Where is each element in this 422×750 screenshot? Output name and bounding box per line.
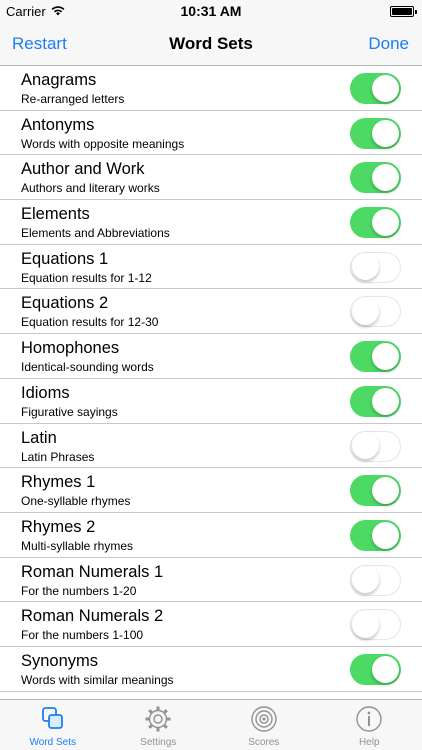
target-icon bbox=[251, 706, 277, 732]
list-item-subtitle: For the numbers 1-100 bbox=[21, 628, 144, 643]
list-item-roman-numerals-1: Roman Numerals 1 For the numbers 1-20 bbox=[0, 558, 422, 603]
list-item-title: Rhymes 2 bbox=[21, 517, 96, 536]
word-sets-icon bbox=[41, 707, 63, 729]
roman-numerals-1-toggle[interactable] bbox=[350, 564, 401, 596]
author-and-work-toggle[interactable] bbox=[350, 162, 401, 194]
latin-toggle[interactable] bbox=[350, 430, 401, 462]
list-item-latin: Latin Latin Phrases bbox=[0, 424, 422, 469]
list-item-subtitle: Authors and literary works bbox=[21, 181, 160, 196]
list-item-subtitle: Words with similar meanings bbox=[21, 672, 174, 687]
list-item-subtitle: Equation results for 1-12 bbox=[21, 270, 152, 285]
list-item-subtitle: Multi-syllable rhymes bbox=[21, 538, 134, 553]
list-item-subtitle: Re-arranged letters bbox=[21, 92, 125, 106]
equations-1-toggle[interactable] bbox=[350, 251, 401, 283]
list-item-subtitle: Identical-sounding words bbox=[21, 360, 154, 375]
info-icon bbox=[356, 706, 382, 732]
antonyms-toggle[interactable] bbox=[350, 117, 401, 149]
list-item-subtitle: Latin Phrases bbox=[21, 449, 95, 464]
elements-toggle[interactable] bbox=[350, 207, 401, 239]
tab-bar: Word Sets Settings Scores Help bbox=[0, 699, 422, 750]
list-item-synonyms: Synonyms Words with similar meanings bbox=[0, 647, 422, 692]
tab-label: Scores bbox=[248, 737, 280, 748]
tab-scores[interactable]: Scores bbox=[211, 700, 317, 750]
list-item-title: Equations 1 bbox=[21, 249, 109, 268]
list-item-title: Rhymes 1 bbox=[21, 473, 96, 492]
tab-label: Settings bbox=[140, 737, 177, 748]
list-item-title: Roman Numerals 2 bbox=[21, 607, 164, 626]
list-item-subtitle: For the numbers 1-20 bbox=[21, 583, 137, 598]
list-item-title: Anagrams bbox=[21, 71, 97, 89]
navigation-bar: Restart Word Sets Done bbox=[0, 22, 422, 66]
idioms-toggle[interactable] bbox=[350, 385, 401, 417]
tab-word-sets[interactable]: Word Sets bbox=[0, 700, 106, 750]
word-sets-list[interactable]: Anagrams Re-arranged letters Antonyms Wo… bbox=[0, 66, 422, 699]
list-item-title: Antonyms bbox=[21, 115, 95, 134]
battery-icon bbox=[390, 6, 417, 17]
list-item-elements: Elements Elements and Abbreviations bbox=[0, 200, 422, 245]
list-item-title: Synonyms bbox=[21, 651, 99, 670]
tab-help[interactable]: Help bbox=[317, 700, 422, 750]
tab-label: Help bbox=[358, 737, 380, 748]
gear-icon bbox=[145, 706, 171, 732]
tab-label: Word Sets bbox=[29, 737, 77, 748]
list-item-subtitle: Equation results for 12-30 bbox=[21, 315, 159, 330]
list-item-rhymes-2: Rhymes 2 Multi-syllable rhymes bbox=[0, 513, 422, 558]
list-item-title: Latin bbox=[21, 428, 57, 447]
homophones-toggle[interactable] bbox=[350, 341, 401, 373]
list-item-equations-2: Equations 2 Equation results for 12-30 bbox=[0, 289, 422, 335]
list-item-subtitle: Words with opposite meanings bbox=[21, 136, 185, 151]
anagrams-toggle[interactable] bbox=[350, 73, 401, 104]
status-time: 10:31 AM bbox=[180, 3, 242, 19]
rhymes-1-toggle[interactable] bbox=[350, 475, 401, 507]
rhymes-2-toggle[interactable] bbox=[350, 519, 401, 551]
list-item-title: Author and Work bbox=[21, 160, 145, 179]
list-item-equations-1: Equations 1 Equation results for 1-12 bbox=[0, 245, 422, 290]
list-item-subtitle: Figurative sayings bbox=[21, 404, 118, 419]
list-item-title: Equations 2 bbox=[21, 294, 109, 313]
list-item-author-and-work: Author and Work Authors and literary wor… bbox=[0, 155, 422, 201]
list-item-antonyms: Antonyms Words with opposite meanings bbox=[0, 111, 422, 156]
list-item-title: Roman Numerals 1 bbox=[21, 562, 164, 581]
list-item-title: Idioms bbox=[21, 383, 70, 402]
equations-2-toggle[interactable] bbox=[350, 296, 401, 328]
list-item-anagrams: Anagrams Re-arranged letters bbox=[0, 66, 422, 111]
list-item-roman-numerals-2: Roman Numerals 2 For the numbers 1-100 bbox=[0, 602, 422, 647]
list-item-title: Homophones bbox=[21, 339, 120, 358]
list-item-title: Elements bbox=[21, 205, 90, 224]
list-item-idioms: Idioms Figurative sayings bbox=[0, 379, 422, 424]
list-item-subtitle: One-syllable rhymes bbox=[21, 494, 131, 509]
list-item-subtitle: Elements and Abbreviations bbox=[21, 226, 170, 241]
done-button[interactable]: Done bbox=[368, 34, 409, 54]
list-item-homophones: Homophones Identical-sounding words bbox=[0, 334, 422, 379]
list-item-rhymes-1: Rhymes 1 One-syllable rhymes bbox=[0, 468, 422, 513]
tab-settings[interactable]: Settings bbox=[106, 700, 212, 750]
synonyms-toggle[interactable] bbox=[350, 653, 401, 685]
status-bar: Carrier 10:31 AM bbox=[0, 0, 422, 22]
page-title: Word Sets bbox=[169, 34, 253, 53]
roman-numerals-2-toggle[interactable] bbox=[350, 609, 401, 641]
